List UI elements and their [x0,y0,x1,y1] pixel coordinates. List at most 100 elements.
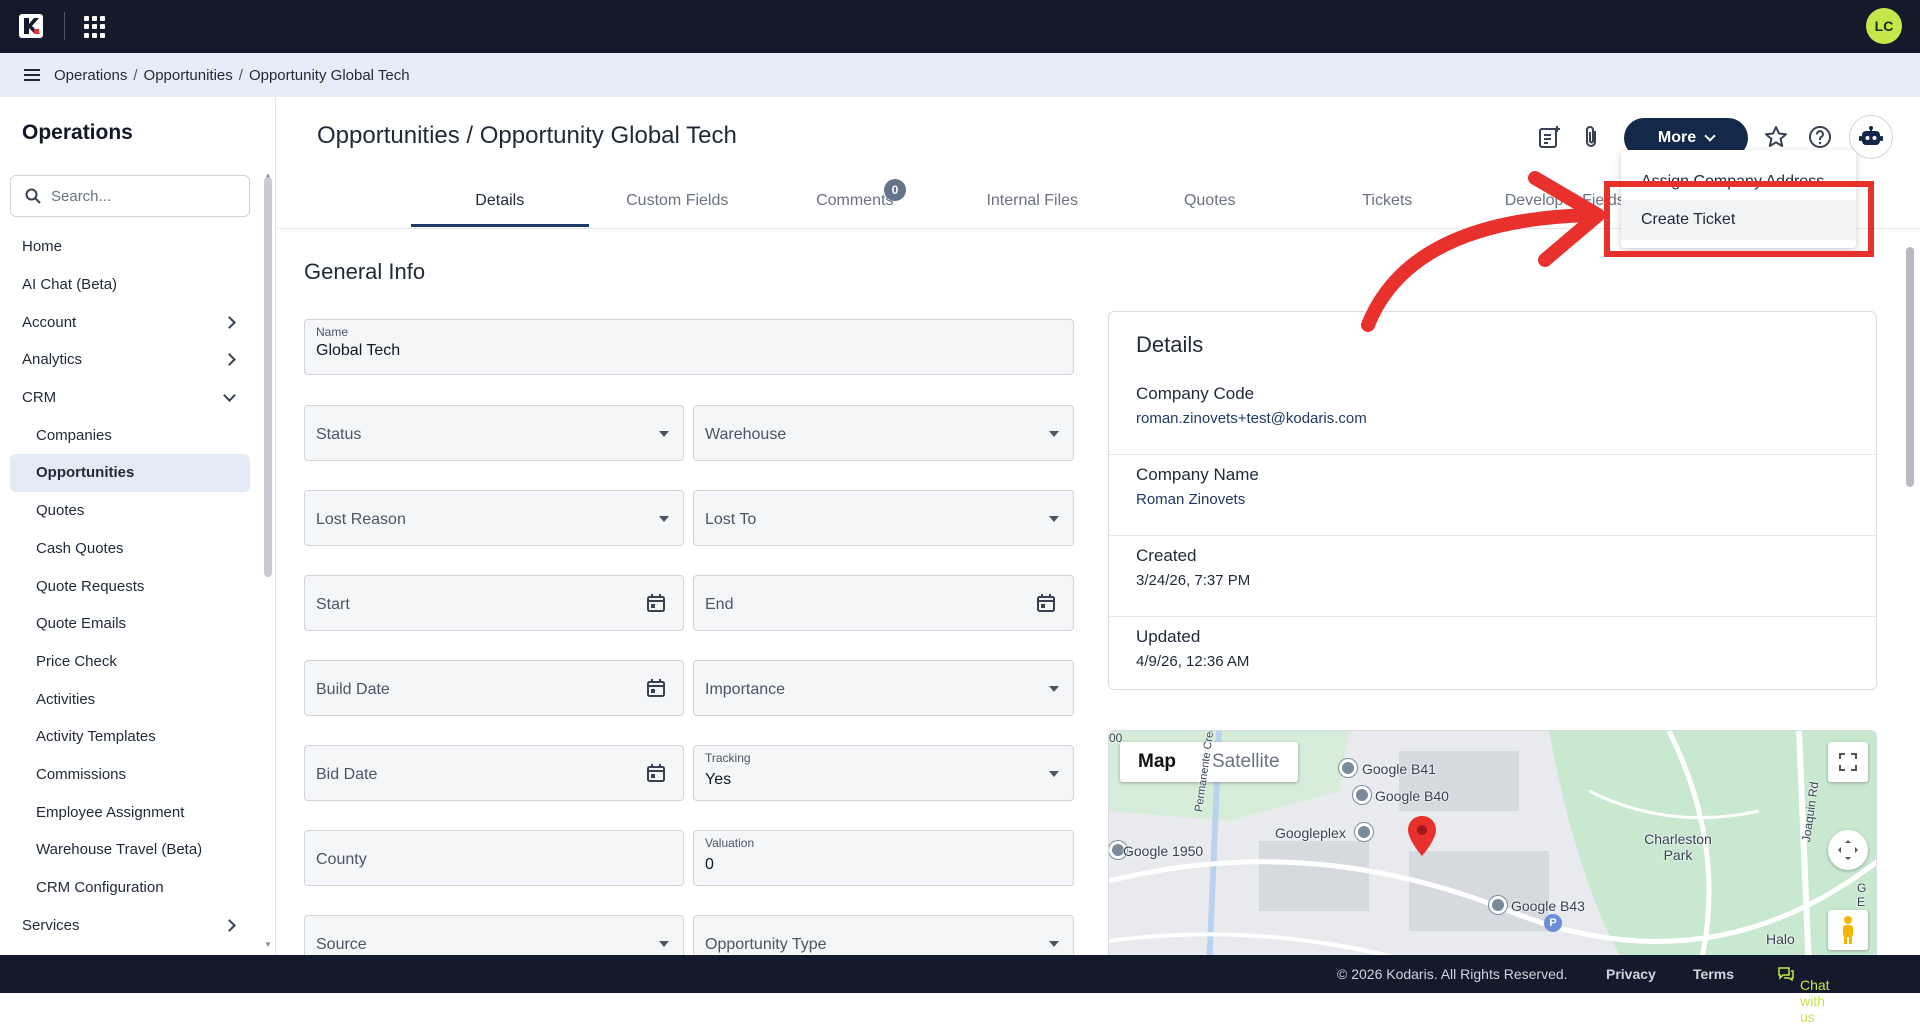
warehouse-select[interactable]: Warehouse [693,405,1074,461]
sidebar-item-opportunities[interactable]: Opportunities [10,454,250,492]
robot-icon [1859,126,1883,145]
sidebar-item-account[interactable]: Account [0,303,256,341]
sidebar-scrollbar[interactable] [264,177,272,577]
tab-comments[interactable]: Comments 0 [766,179,944,227]
status-select[interactable]: Status [304,405,684,461]
sidebar-item-activity-templates[interactable]: Activity Templates [0,718,256,756]
search-placeholder: Search... [51,187,112,205]
dropdown-arrow-icon [1049,771,1059,777]
end-date-field[interactable]: End [693,575,1074,631]
lost-reason-select[interactable]: Lost Reason [304,490,684,546]
calendar-icon[interactable] [647,594,665,612]
top-bar: LC [0,0,1920,53]
sidebar-item-commissions[interactable]: Commissions [0,756,256,794]
copyright: © 2026 Kodaris. All Rights Reserved. [1337,966,1568,982]
sidebar-title: Operations [22,121,133,144]
location-marker-icon[interactable] [1408,816,1436,856]
calendar-icon[interactable] [1037,594,1055,612]
chevron-down-icon [223,388,236,402]
map-label: Halo [1766,931,1795,947]
parking-icon[interactable]: P [1544,914,1562,932]
kodaris-logo[interactable] [18,13,44,39]
map-poi-marker[interactable] [1489,896,1507,914]
lost-to-select[interactable]: Lost To [693,490,1074,546]
apps-grid-icon[interactable] [84,16,106,38]
sidebar-item-quotes[interactable]: Quotes [0,492,256,530]
bid-date-field[interactable]: Bid Date [304,745,684,801]
attachment-icon[interactable] [1579,124,1605,150]
scroll-down-icon[interactable]: ▼ [264,940,272,949]
sidebar-item-crm-configuration[interactable]: CRM Configuration [0,869,256,907]
sidebar-item-companies[interactable]: Companies [0,416,256,454]
menu-icon[interactable] [24,69,40,81]
sidebar-item-employee-assignment[interactable]: Employee Assignment [0,793,256,831]
map-label: G [1857,881,1867,895]
dropdown-arrow-icon [1049,516,1059,522]
detail-row: Created 3/24/26, 7:37 PM [1109,535,1876,615]
fullscreen-button[interactable] [1828,742,1868,782]
sidebar-item-home[interactable]: Home [0,228,256,266]
calendar-icon[interactable] [647,679,665,697]
opportunity-type-select[interactable]: Opportunity Type [693,915,1074,955]
company-name-link[interactable]: Roman Zinovets [1136,491,1245,508]
tracking-select[interactable]: Tracking Yes [693,745,1074,801]
map-label: Googleplex [1275,825,1346,841]
tab-internal-files[interactable]: Internal Files [944,187,1122,227]
content-scrollbar[interactable] [1906,247,1914,487]
map-tab[interactable]: Map [1120,742,1194,782]
breadcrumb-item[interactable]: Opportunities [144,67,233,84]
chat-button[interactable]: Chat with us [1778,966,1830,1025]
calendar-icon[interactable] [647,764,665,782]
start-date-field[interactable]: Start [304,575,684,631]
annotation-arrow [1361,171,1605,332]
dropdown-arrow-icon [1049,941,1059,947]
fullscreen-icon [1839,753,1857,771]
sidebar-item-activities[interactable]: Activities [0,680,256,718]
terms-link[interactable]: Terms [1693,966,1734,982]
chevron-right-icon [223,353,236,367]
street-view-pegman[interactable] [1828,910,1868,950]
company-code-link[interactable]: roman.zinovets+test@kodaris.com [1136,410,1367,427]
map[interactable]: Map Satellite Google B41 Google B40 Goog… [1108,730,1877,955]
map-poi-marker[interactable] [1339,759,1357,777]
search-input[interactable]: Search... [10,175,250,217]
sidebar-item-ai-chat[interactable]: AI Chat (Beta) [0,266,256,304]
importance-select[interactable]: Importance [693,660,1074,716]
sidebar-item-cash-quotes[interactable]: Cash Quotes [0,530,256,568]
sidebar: Operations Search... ▲ ▼ Home AI Chat (B… [0,97,276,955]
dropdown-arrow-icon [659,941,669,947]
privacy-link[interactable]: Privacy [1606,966,1656,982]
search-icon [25,188,41,204]
build-date-field[interactable]: Build Date [304,660,684,716]
help-icon[interactable] [1807,124,1833,150]
sidebar-item-analytics[interactable]: Analytics [0,341,256,379]
name-field[interactable]: Name Global Tech [304,319,1074,375]
detail-row: Company Code roman.zinovets+test@kodaris… [1136,384,1367,427]
county-field[interactable]: County [304,830,684,886]
sidebar-item-warehouse-travel[interactable]: Warehouse Travel (Beta) [0,831,256,869]
field-value: Global Tech [316,342,401,359]
map-poi-marker[interactable] [1355,823,1373,841]
star-icon[interactable] [1763,124,1789,150]
comments-count-badge: 0 [884,179,906,201]
add-note-icon[interactable] [1536,124,1562,150]
dropdown-arrow-icon [659,431,669,437]
tab-details[interactable]: Details [411,187,589,227]
dropdown-arrow-icon [1049,431,1059,437]
valuation-field[interactable]: Valuation 0 [693,830,1074,886]
sidebar-item-crm[interactable]: CRM [0,379,256,417]
sidebar-item-quote-requests[interactable]: Quote Requests [0,567,256,605]
avatar[interactable]: LC [1866,8,1902,44]
source-select[interactable]: Source [304,915,684,955]
sidebar-item-quote-emails[interactable]: Quote Emails [0,605,256,643]
breadcrumb-item[interactable]: Operations [54,67,127,84]
dropdown-arrow-icon [659,516,669,522]
tab-quotes[interactable]: Quotes [1121,187,1299,227]
tab-custom-fields[interactable]: Custom Fields [589,187,767,227]
map-poi-marker[interactable] [1353,786,1371,804]
footer: © 2026 Kodaris. All Rights Reserved. Pri… [0,955,1920,1025]
map-pan-control[interactable] [1828,830,1868,870]
sidebar-item-price-check[interactable]: Price Check [0,643,256,681]
sidebar-item-services[interactable]: Services [0,906,256,944]
dropdown-arrow-icon [1049,686,1059,692]
